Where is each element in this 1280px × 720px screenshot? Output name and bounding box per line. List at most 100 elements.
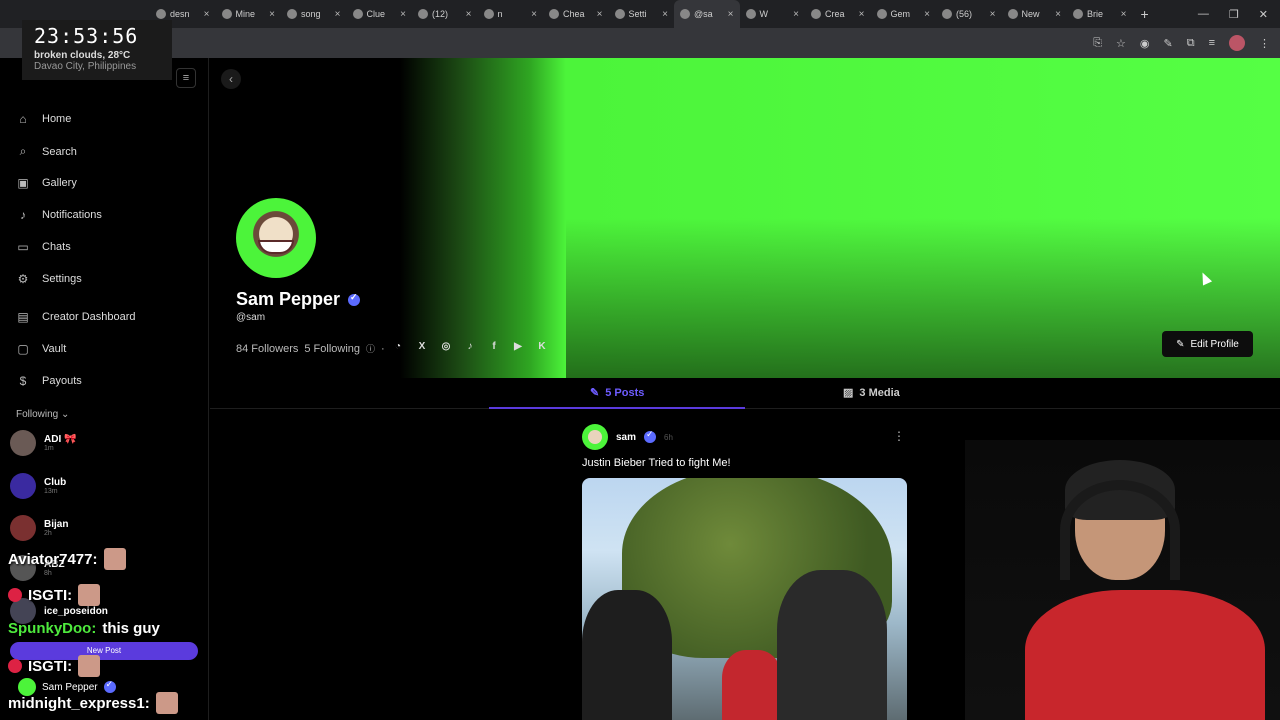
- media-control-icon[interactable]: ≡: [1209, 37, 1215, 49]
- browser-profile-avatar[interactable]: [1229, 35, 1245, 51]
- sidebar-item-notifications[interactable]: ♪ Notifications: [16, 208, 102, 222]
- following-item[interactable]: Club 13m: [10, 473, 66, 499]
- profile-name: Sam Pepper: [236, 289, 341, 309]
- browser-tab[interactable]: Clue ×: [347, 0, 413, 28]
- vault-icon: ▢: [17, 342, 29, 356]
- browser-tab[interactable]: Mine ×: [216, 0, 282, 28]
- browser-menu-icon[interactable]: ⋮: [1259, 37, 1270, 50]
- sidebar-item-chats[interactable]: ▭ Chats: [16, 240, 70, 254]
- sidebar-item-creator-dashboard[interactable]: ▤ Creator Dashboard: [16, 310, 135, 324]
- browser-tab-label: New: [1021, 9, 1040, 19]
- following-item[interactable]: ADI 🎀 1m: [10, 430, 76, 456]
- post-username[interactable]: sam: [616, 432, 636, 443]
- back-button[interactable]: ‹: [221, 69, 241, 89]
- tab-posts[interactable]: ✎ 5 Posts: [590, 386, 644, 400]
- restore-icon[interactable]: ❐: [1229, 8, 1239, 21]
- sidebar-item-home[interactable]: ⌂ Home: [16, 112, 71, 126]
- profile-banner: [210, 58, 1280, 378]
- extension-icon[interactable]: ◉: [1140, 37, 1150, 50]
- facebook-icon[interactable]: f: [487, 341, 501, 355]
- close-icon[interactable]: ×: [1121, 9, 1127, 20]
- following-item[interactable]: Bijan 2h: [10, 515, 68, 541]
- browser-tab[interactable]: Gem ×: [871, 0, 937, 28]
- chat-icon: ▭: [17, 240, 29, 254]
- extension-icon-2[interactable]: ✎: [1164, 37, 1173, 50]
- bell-icon: ♪: [20, 208, 26, 222]
- browser-tab[interactable]: (56) ×: [936, 0, 1002, 28]
- sidebar-item-search[interactable]: ⌕ Search: [16, 144, 77, 159]
- gemini-icon: [876, 9, 887, 19]
- x-icon[interactable]: X: [415, 341, 429, 355]
- following-count[interactable]: 5 Following: [304, 343, 360, 355]
- minimize-icon[interactable]: —: [1198, 8, 1209, 21]
- info-icon[interactable]: ⓘ: [366, 342, 375, 355]
- browser-tab[interactable]: Brie ×: [1067, 0, 1133, 28]
- extensions-puzzle-icon[interactable]: ⧉: [1187, 37, 1195, 50]
- tab-media[interactable]: ▨ 3 Media: [843, 386, 900, 400]
- close-icon[interactable]: ×: [269, 9, 275, 20]
- chat-username: Aviator7477:: [8, 550, 98, 568]
- sidebar-item-vault[interactable]: ▢ Vault: [16, 342, 66, 356]
- post-time: 6h: [664, 432, 673, 442]
- sidebar-item-label: Home: [42, 113, 72, 125]
- site-icon: [680, 9, 690, 19]
- close-icon[interactable]: ×: [400, 9, 406, 20]
- close-icon[interactable]: ×: [1055, 9, 1061, 20]
- close-icon[interactable]: ×: [990, 9, 996, 20]
- chat-username: ISGTI:: [28, 586, 73, 604]
- profile-stats: 84 Followers 5 Following ⓘ ·: [236, 342, 385, 355]
- close-icon[interactable]: ×: [466, 9, 472, 20]
- following-name: Club: [44, 477, 67, 488]
- tiktok-icon[interactable]: ♪: [463, 341, 477, 355]
- close-icon[interactable]: ×: [204, 9, 210, 20]
- browser-tab[interactable]: Crea ×: [805, 0, 871, 28]
- browser-tab-label: (56): [956, 9, 973, 19]
- sidebar-item-settings[interactable]: ⚙ Settings: [16, 272, 82, 286]
- chat-emote-icon: [78, 655, 101, 677]
- post-video[interactable]: [582, 478, 907, 720]
- video-figure: [582, 590, 672, 720]
- browser-tab-label: Mine: [235, 9, 256, 19]
- close-icon[interactable]: ×: [859, 9, 865, 20]
- kick-icon[interactable]: K: [535, 341, 549, 355]
- new-tab-button[interactable]: +: [1133, 6, 1157, 22]
- browser-tab[interactable]: n ×: [478, 0, 544, 28]
- sidebar-item-label: Search: [42, 145, 77, 158]
- browser-tab[interactable]: @sa ×: [674, 0, 740, 28]
- install-icon[interactable]: ⎘: [1093, 37, 1102, 50]
- sidebar-menu-button[interactable]: ≡: [176, 68, 196, 88]
- browser-tab-bar: desn × Mine × song × Clue × (12) × n × Chea × Setti × @s…: [0, 0, 1280, 28]
- youtube-icon[interactable]: ▶: [511, 341, 525, 355]
- browser-tab[interactable]: song ×: [281, 0, 347, 28]
- post-more-icon[interactable]: ⋮: [893, 429, 905, 443]
- browser-tab-label: Setti: [628, 9, 647, 19]
- close-icon[interactable]: ×: [662, 9, 668, 20]
- following-section-label[interactable]: Following ⌄: [16, 409, 69, 420]
- instagram-icon[interactable]: ◎: [439, 341, 453, 355]
- close-window-icon[interactable]: ✕: [1259, 8, 1268, 21]
- browser-tab[interactable]: (12) ×: [412, 0, 478, 28]
- close-icon[interactable]: ×: [793, 9, 799, 20]
- post-avatar[interactable]: [582, 424, 608, 450]
- sidebar-item-label: Vault: [42, 343, 67, 355]
- following-time: 13m: [44, 488, 58, 495]
- close-icon[interactable]: ×: [728, 9, 734, 20]
- followers-count[interactable]: 84 Followers: [236, 343, 298, 355]
- sidebar-item-payouts[interactable]: $ Payouts: [16, 374, 82, 388]
- video-figure: [777, 570, 887, 720]
- close-icon[interactable]: ×: [335, 9, 341, 20]
- browser-tab[interactable]: Chea ×: [543, 0, 609, 28]
- edit-profile-button[interactable]: ✎ Edit Profile: [1162, 331, 1253, 357]
- browser-tab[interactable]: Setti ×: [609, 0, 675, 28]
- snapchat-icon[interactable]: ◔: [391, 341, 405, 355]
- browser-tab[interactable]: New ×: [1002, 0, 1068, 28]
- close-icon[interactable]: ×: [531, 9, 537, 20]
- browser-tab[interactable]: W ×: [740, 0, 806, 28]
- pencil-icon: ✎: [590, 387, 600, 399]
- sidebar-item-gallery[interactable]: ▣ Gallery: [16, 176, 77, 190]
- bookmark-star-icon[interactable]: ☆: [1116, 37, 1126, 50]
- sidebar-item-label: Notifications: [42, 209, 102, 221]
- browser-tab-label: @sa: [694, 9, 713, 19]
- close-icon[interactable]: ×: [924, 9, 930, 20]
- close-icon[interactable]: ×: [597, 9, 603, 20]
